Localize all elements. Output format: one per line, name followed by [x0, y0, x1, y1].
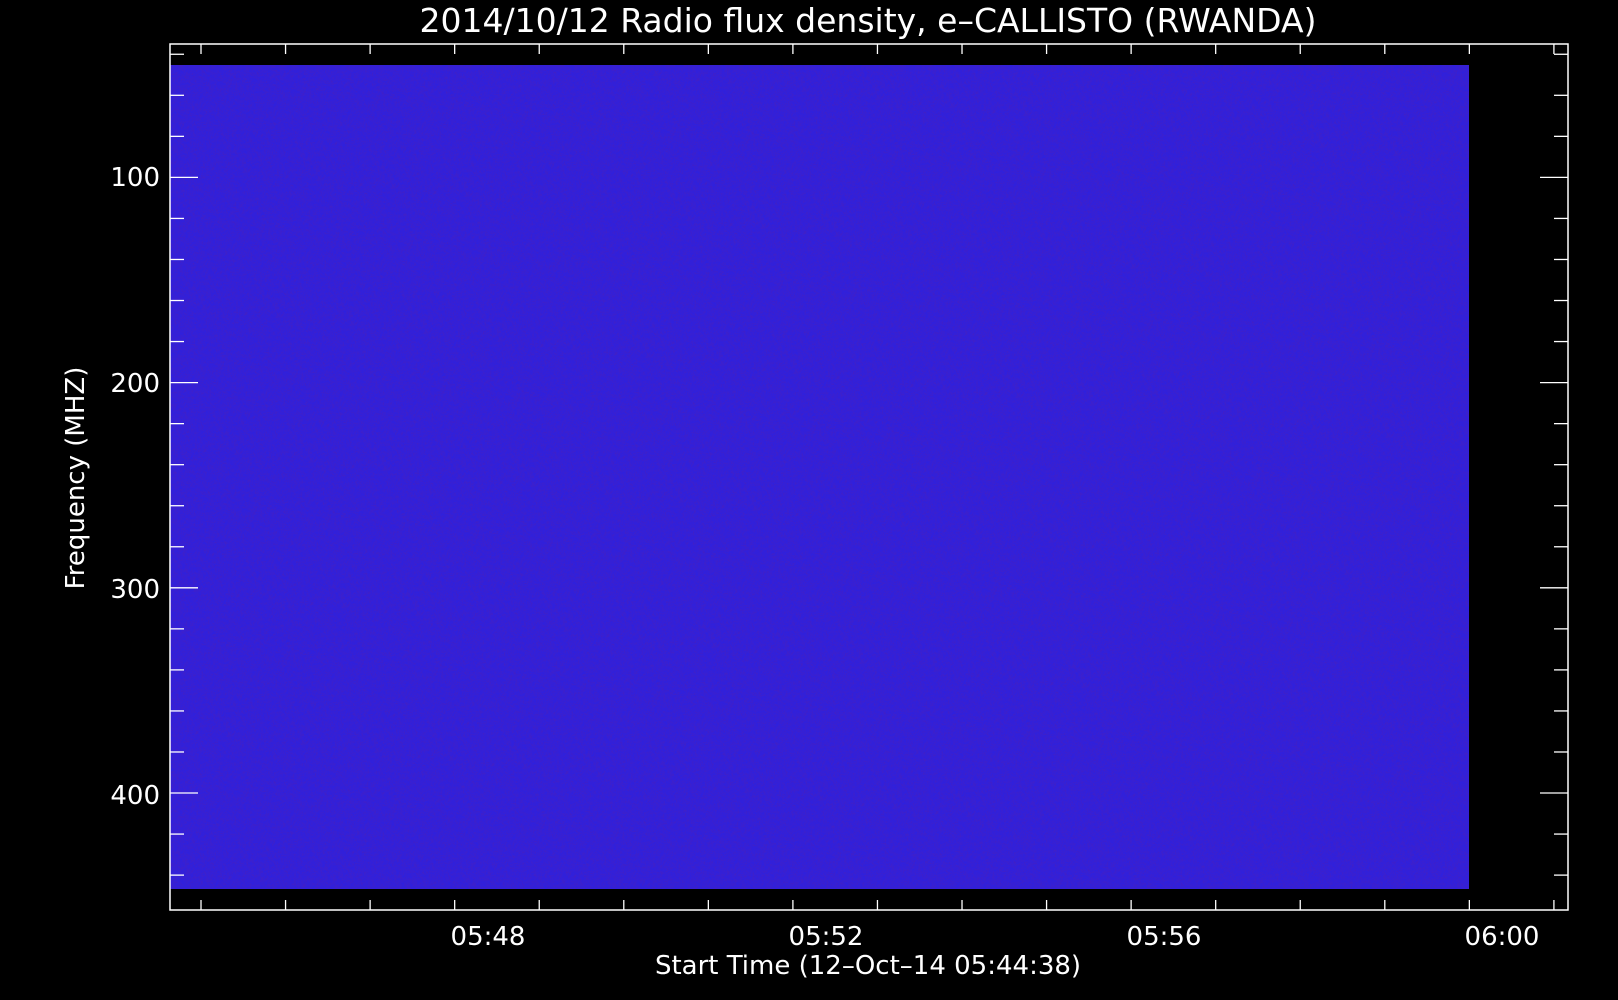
x-tick-label: 05:48 — [451, 922, 526, 952]
x-tick-label: 06:00 — [1465, 922, 1540, 952]
x-axis-label: Start Time (12–Oct–14 05:44:38) — [655, 951, 1081, 981]
y-axis-label: Frequency (MHZ) — [61, 367, 91, 590]
y-tick-label: 300 — [110, 575, 160, 605]
spectrogram-heatmap — [170, 65, 1469, 889]
y-tick-label: 100 — [110, 163, 160, 193]
x-tick-label: 05:52 — [789, 922, 864, 952]
spectrogram-raster — [170, 65, 1469, 889]
y-tick-label: 200 — [110, 369, 160, 399]
x-tick-label: 05:56 — [1127, 922, 1202, 952]
plot-area — [170, 65, 1469, 889]
spectrogram-chart: 2014/10/12 Radio flux density, e–CALLIST… — [0, 0, 1618, 1000]
chart-title: 2014/10/12 Radio flux density, e–CALLIST… — [420, 1, 1317, 40]
y-tick-label: 400 — [110, 781, 160, 811]
